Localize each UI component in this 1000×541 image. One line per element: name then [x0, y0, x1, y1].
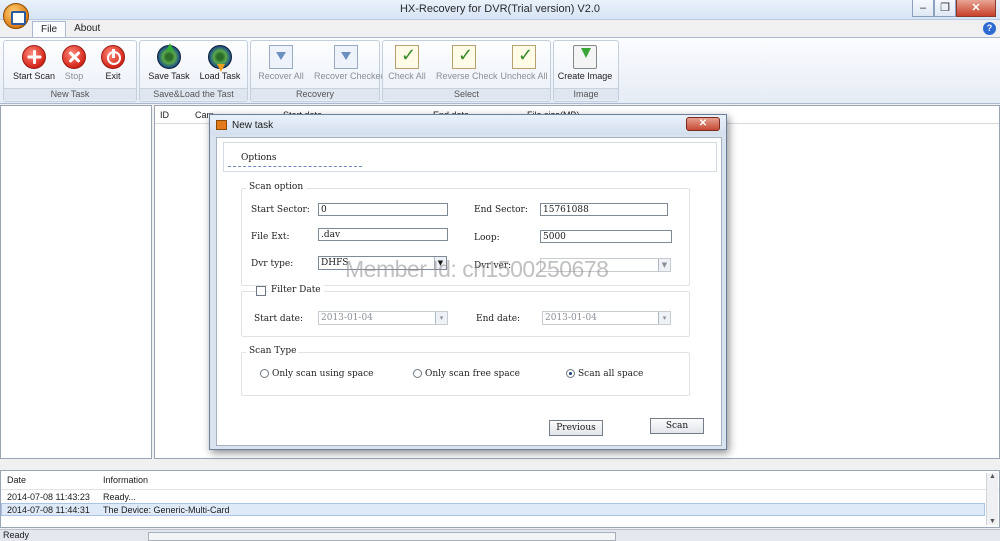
- start-sector-label: Start Sector:: [251, 205, 310, 215]
- ribbon: Start Scan Stop Exit New Task Save Task …: [0, 37, 1000, 104]
- power-icon: [101, 45, 125, 69]
- scan-option-legend: Scan option: [246, 182, 307, 192]
- end-date-value: 2013-01-04: [545, 313, 597, 323]
- tab-about[interactable]: About: [66, 21, 108, 38]
- file-ext-input[interactable]: .dav: [318, 228, 448, 241]
- uncheck-all-icon: [512, 45, 536, 69]
- end-date-picker[interactable]: 2013-01-04 ▾: [542, 311, 671, 325]
- reverse-check-icon: [452, 45, 476, 69]
- status-text: Ready: [3, 530, 30, 540]
- status-bar: Ready: [0, 529, 1000, 541]
- dvr-type-label: Dvr type:: [251, 259, 294, 269]
- recover-checked-icon: [334, 45, 358, 69]
- group-label: Select: [383, 88, 550, 100]
- device-tree[interactable]: [0, 105, 152, 459]
- only-free-space-label[interactable]: Only scan free space: [425, 369, 520, 379]
- create-image-icon: [573, 45, 597, 69]
- progress-bar: [148, 532, 616, 541]
- scan-all-space-label[interactable]: Scan all space: [578, 369, 643, 379]
- load-task-button[interactable]: Load Task: [192, 44, 248, 88]
- scan-type-legend: Scan Type: [246, 346, 300, 356]
- group-label: New Task: [4, 88, 136, 100]
- end-sector-input[interactable]: 15761088: [540, 203, 668, 216]
- group-recovery: Recover All Recover Checked Recovery: [250, 40, 386, 102]
- dialog-app-icon: [216, 120, 227, 130]
- app-menu-icon[interactable]: [3, 3, 29, 29]
- start-sector-input[interactable]: 0: [318, 203, 448, 216]
- calendar-icon: ▾: [658, 312, 670, 324]
- chevron-down-icon: ▼: [658, 259, 670, 271]
- only-using-space-label[interactable]: Only scan using space: [272, 369, 374, 379]
- end-sector-label: End Sector:: [474, 205, 528, 215]
- log-col-info[interactable]: Information: [103, 475, 148, 485]
- check-all-button[interactable]: Check All: [379, 44, 435, 88]
- load-task-icon: [208, 45, 232, 72]
- uncheck-all-button[interactable]: Uncheck All: [496, 44, 552, 88]
- reverse-check-button[interactable]: Reverse Check: [436, 44, 498, 88]
- log-info: Ready...: [103, 492, 136, 502]
- stop-icon: [62, 45, 86, 69]
- previous-button[interactable]: Previous: [549, 420, 603, 436]
- calendar-icon: ▾: [435, 312, 447, 324]
- log-date: 2014-07-08 11:44:31: [7, 505, 90, 515]
- filter-date-legend: Filter Date: [268, 285, 324, 295]
- dialog-title: New task: [232, 120, 274, 131]
- radio-only-free-space[interactable]: [413, 369, 422, 378]
- start-date-label: Start date:: [254, 314, 304, 324]
- group-save-load: Save Task Load Task Save&Load the Tast: [139, 40, 248, 102]
- minimize-button[interactable]: –: [912, 0, 934, 17]
- group-select: Check All Reverse Check Uncheck All Sele…: [382, 40, 551, 102]
- group-image: Create Image Image: [553, 40, 619, 102]
- restore-button[interactable]: ❐: [934, 0, 956, 17]
- group-new-task: Start Scan Stop Exit New Task: [3, 40, 137, 102]
- start-scan-icon: [22, 45, 46, 69]
- options-tab-label: Options: [241, 153, 277, 163]
- radio-scan-all-space[interactable]: [566, 369, 575, 378]
- log-col-date[interactable]: Date: [7, 475, 26, 485]
- loop-input[interactable]: 5000: [540, 230, 672, 243]
- start-date-picker[interactable]: 2013-01-04 ▾: [318, 311, 448, 325]
- log-info: The Device: Generic-Multi-Card: [103, 505, 230, 515]
- log-panel[interactable]: Date Information 2014-07-08 11:43:23 Rea…: [0, 470, 1000, 528]
- dialog-body: Options Scan option Start Sector: 0 End …: [216, 137, 722, 446]
- col-id[interactable]: ID: [160, 110, 169, 120]
- group-label: Save&Load the Tast: [140, 88, 247, 100]
- log-row[interactable]: 2014-07-08 11:44:31 The Device: Generic-…: [1, 503, 985, 516]
- group-label: Recovery: [251, 88, 379, 100]
- tab-options[interactable]: Options: [223, 142, 717, 172]
- close-button[interactable]: ✕: [956, 0, 996, 17]
- recover-checked-button[interactable]: Recover Checked: [314, 44, 386, 88]
- watermark-text: Member Id: cn1500250678: [345, 256, 609, 282]
- log-row[interactable]: 2014-07-08 11:43:23 Ready...: [1, 490, 999, 503]
- title-bar: HX-Recovery for DVR(Trial version) V2.0 …: [0, 0, 1000, 20]
- dialog-title-bar[interactable]: New task ✕: [210, 115, 726, 135]
- end-date-label: End date:: [476, 314, 521, 324]
- recover-all-icon: [269, 45, 293, 69]
- group-label: Image: [554, 88, 618, 100]
- save-task-button[interactable]: Save Task: [141, 43, 197, 88]
- log-date: 2014-07-08 11:43:23: [7, 492, 90, 502]
- check-all-icon: [395, 45, 419, 69]
- save-task-icon: [157, 43, 181, 69]
- tab-underline: [228, 166, 362, 167]
- ribbon-tabs: File About: [32, 21, 108, 38]
- recover-all-button[interactable]: Recover All: [253, 44, 309, 88]
- create-image-button[interactable]: Create Image: [557, 44, 613, 88]
- scan-button[interactable]: Scan: [650, 418, 704, 434]
- radio-only-using-space[interactable]: [260, 369, 269, 378]
- dialog-close-button[interactable]: ✕: [686, 117, 720, 131]
- help-icon[interactable]: ?: [983, 22, 996, 35]
- window-title: HX-Recovery for DVR(Trial version) V2.0: [399, 3, 601, 15]
- filter-date-group: Filter Date Start date: 2013-01-04 ▾ End…: [241, 285, 690, 337]
- loop-label: Loop:: [474, 233, 500, 243]
- file-ext-label: File Ext:: [251, 232, 290, 242]
- tab-file[interactable]: File: [32, 21, 67, 38]
- log-scrollbar[interactable]: [986, 473, 998, 525]
- exit-button[interactable]: Exit: [85, 44, 141, 88]
- scan-type-group: Scan Type Only scan using space Only sca…: [241, 346, 690, 396]
- start-date-value: 2013-01-04: [321, 313, 373, 323]
- filter-date-checkbox[interactable]: [256, 286, 266, 296]
- log-header: Date Information: [1, 471, 999, 490]
